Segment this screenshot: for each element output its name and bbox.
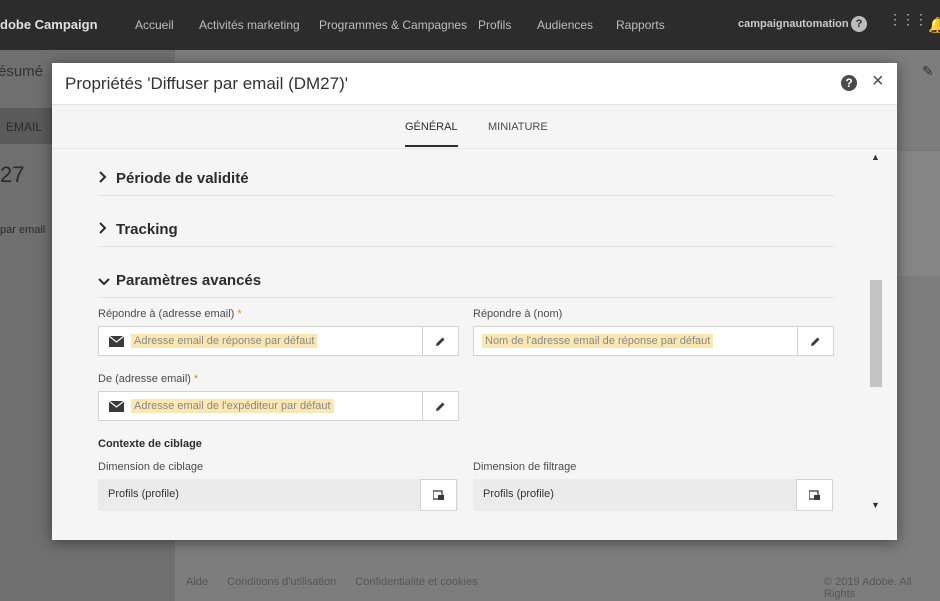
reply-email-placeholder: Adresse email de réponse par défaut (131, 334, 318, 348)
reply-name-placeholder: Nom de l'adresse email de réponse par dé… (482, 334, 714, 348)
targeting-dimension-label: Dimension de ciblage (98, 461, 204, 473)
background-right-panel (897, 150, 940, 276)
copyright: © 2019 Adobe. All Rights (824, 576, 912, 600)
edit-reply-email-button[interactable] (422, 326, 459, 356)
close-icon[interactable]: × (872, 70, 884, 93)
dialog-body: GÉNÉRAL MINIATURE Période de validité Tr… (52, 105, 897, 540)
section-periode-validite[interactable]: Période de validité (98, 170, 834, 196)
tab-miniature[interactable]: MINIATURE (488, 121, 548, 133)
filter-dimension-label: Dimension de filtrage (473, 461, 577, 473)
top-navigation-bar: dobe Campaign Accueil Activités marketin… (0, 0, 940, 50)
targeting-dimension-field: Profils (profile) (98, 479, 458, 511)
edit-reply-name-button[interactable] (797, 326, 834, 356)
edit-from-email-button[interactable] (422, 391, 459, 421)
pencil-icon (811, 337, 820, 346)
reply-email-field[interactable]: Adresse email de réponse par défaut (98, 326, 459, 356)
filter-dimension-field: Profils (profile) (473, 479, 833, 511)
reply-name-field[interactable]: Nom de l'adresse email de réponse par dé… (473, 326, 834, 356)
user-name[interactable]: campaignautomation (738, 18, 849, 30)
dialog-header: Propriétés 'Diffuser par email (DM27)' ?… (52, 63, 897, 105)
nav-rapports[interactable]: Rapports (616, 18, 665, 32)
footer-link-conditions[interactable]: Conditions d'utilisation (227, 576, 336, 588)
required-marker: * (237, 308, 242, 320)
section-title: Période de validité (116, 170, 249, 187)
help-icon[interactable]: ? (841, 75, 857, 91)
footer-link-aide[interactable]: Aide (186, 576, 208, 588)
reply-email-label: Répondre à (adresse email) * (98, 308, 242, 320)
from-email-field[interactable]: Adresse email de l'expéditeur par défaut (98, 391, 459, 421)
targeting-context-heading: Contexte de ciblage (98, 438, 202, 450)
notifications-bell-icon[interactable]: 🔔 (928, 16, 940, 34)
envelope-icon (109, 401, 124, 412)
chevron-down-icon (98, 273, 110, 289)
nav-accueil[interactable]: Accueil (135, 18, 174, 32)
dialog-tabs: GÉNÉRAL MINIATURE (52, 105, 897, 149)
chevron-right-icon (98, 221, 107, 237)
folder-list-icon (433, 490, 444, 500)
from-email-label: De (adresse email) * (98, 373, 198, 385)
scroll-up-arrow-icon[interactable]: ▲ (871, 152, 880, 162)
targeting-dimension-value: Profils (profile) (108, 488, 179, 500)
background-number: 27 (0, 162, 25, 187)
pencil-icon (436, 402, 445, 411)
folder-list-icon (809, 490, 820, 500)
apps-grid-icon[interactable]: ⋮⋮⋮ (888, 12, 928, 26)
background-tab-label: EMAIL (6, 120, 43, 134)
select-filter-dimension-button[interactable] (796, 479, 833, 511)
tab-general[interactable]: GÉNÉRAL (405, 121, 458, 147)
section-title: Tracking (116, 221, 178, 238)
properties-dialog: Propriétés 'Diffuser par email (DM27)' ?… (52, 63, 897, 540)
from-email-placeholder: Adresse email de l'expéditeur par défaut (131, 399, 334, 413)
envelope-icon (109, 336, 124, 347)
scroll-down-arrow-icon[interactable]: ▼ (871, 500, 880, 510)
footer-links: Aide Conditions d'utilisation Confidenti… (186, 576, 494, 588)
select-targeting-dimension-button[interactable] (420, 479, 457, 511)
background-page-title: ésumé (0, 63, 44, 80)
background-email-tab: EMAIL (0, 108, 52, 144)
nav-programmes-campagnes[interactable]: Programmes & Campagnes (319, 18, 467, 32)
brand-logo[interactable]: dobe Campaign (0, 17, 98, 32)
background-edit-icon: ✎ (922, 63, 934, 79)
section-tracking[interactable]: Tracking (98, 221, 834, 247)
reply-name-label: Répondre à (nom) (473, 308, 563, 320)
footer-link-confidentialite[interactable]: Confidentialité et cookies (355, 576, 477, 588)
required-marker: * (193, 373, 199, 385)
pencil-icon (436, 337, 445, 346)
dialog-title: Propriétés 'Diffuser par email (DM27)' (65, 74, 348, 93)
chevron-right-icon (98, 170, 107, 186)
reply-email-label-text: Répondre à (adresse email) (98, 308, 235, 320)
scrollbar-thumb[interactable] (870, 280, 882, 387)
nav-audiences[interactable]: Audiences (537, 18, 593, 32)
nav-activites-marketing[interactable]: Activités marketing (199, 18, 300, 32)
from-email-label-text: De (adresse email) (98, 373, 191, 385)
nav-profils[interactable]: Profils (478, 18, 511, 32)
filter-dimension-value: Profils (profile) (483, 488, 554, 500)
section-parametres-avances[interactable]: Paramètres avancés (98, 272, 834, 298)
section-title: Paramètres avancés (116, 272, 262, 289)
help-icon[interactable]: ? (851, 16, 867, 32)
background-label: par email (0, 224, 46, 236)
